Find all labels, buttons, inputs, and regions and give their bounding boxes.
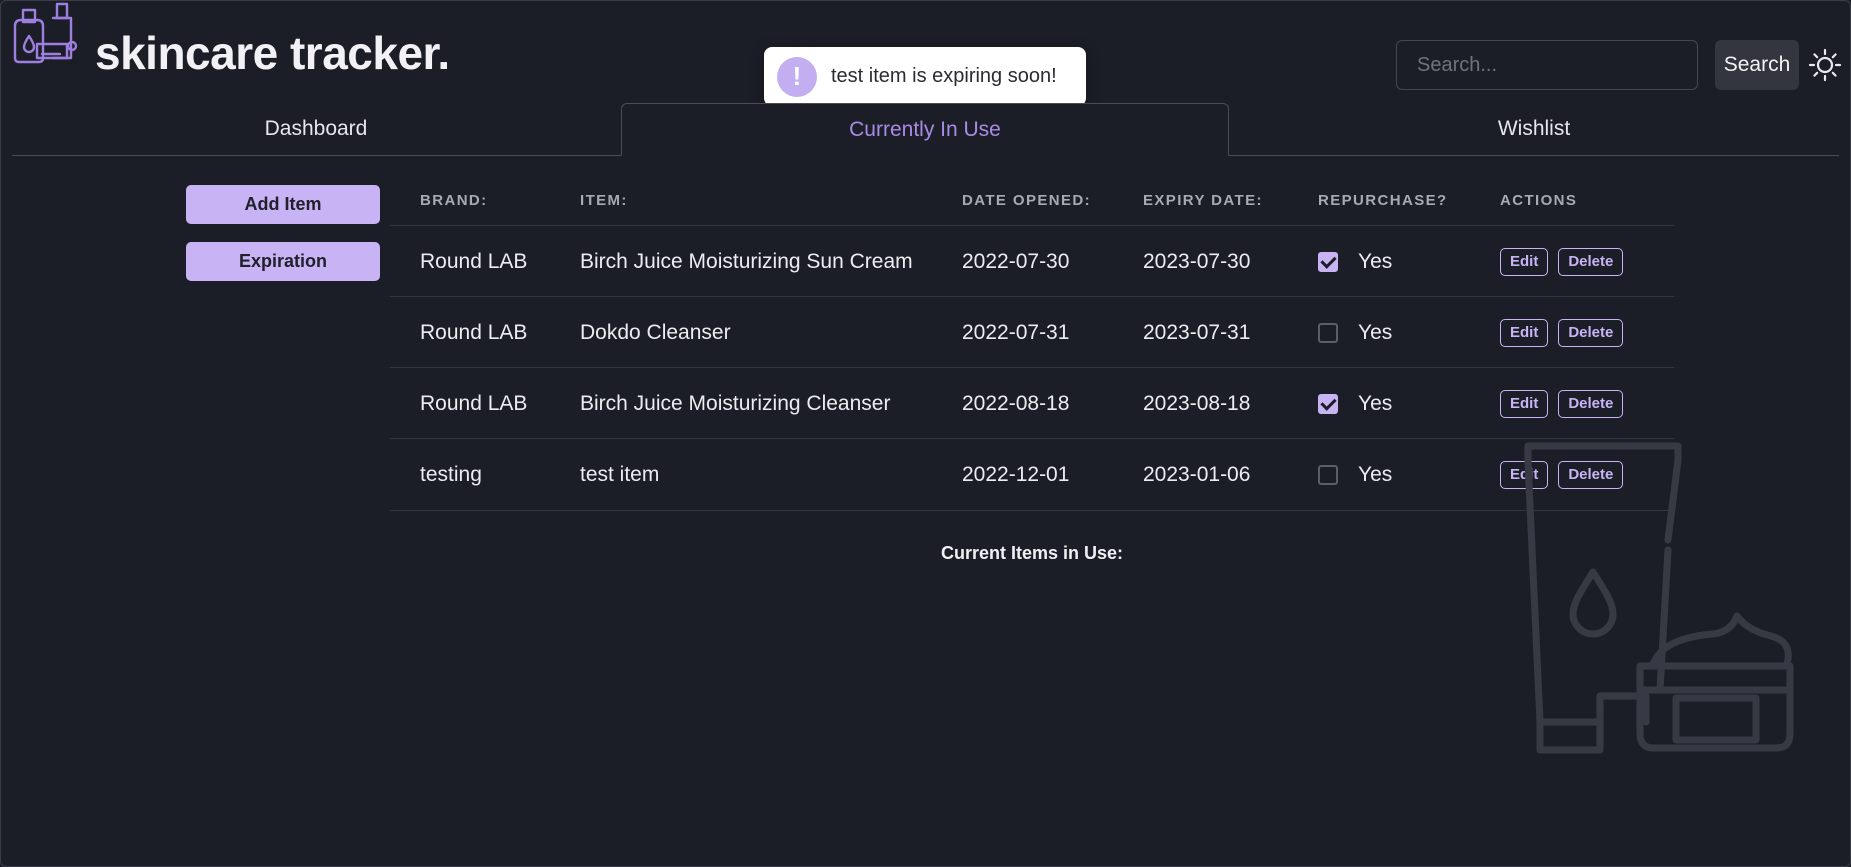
cell-expiry-date: 2023-07-30 [1143, 249, 1251, 273]
alert-icon: ! [777, 56, 817, 97]
header-repurchase: REPURCHASE? [1318, 192, 1448, 209]
repurchase-cell: Yes [1318, 297, 1392, 368]
header-actions: ACTIONS [1500, 192, 1578, 209]
header-item: ITEM: [580, 192, 628, 209]
table-row: testing test item 2022-12-01 2023-01-06 … [390, 438, 1674, 511]
search-input[interactable] [1396, 40, 1698, 90]
header-brand: BRAND: [420, 192, 488, 209]
cell-expiry-date: 2023-01-06 [1143, 462, 1251, 486]
cell-item: Birch Juice Moisturizing Cleanser [580, 391, 891, 415]
search-button[interactable]: Search [1715, 40, 1799, 90]
toast-message: test item is expiring soon! [831, 65, 1057, 87]
delete-button[interactable]: Delete [1558, 389, 1624, 418]
repurchase-checkbox[interactable] [1318, 322, 1338, 343]
header-expiry-date: EXPIRY DATE: [1143, 192, 1263, 209]
header-date-opened: DATE OPENED: [962, 192, 1092, 209]
delete-button[interactable]: Delete [1558, 460, 1624, 489]
edit-button[interactable]: Edit [1500, 247, 1549, 276]
cell-brand: testing [420, 462, 482, 486]
edit-button[interactable]: Edit [1500, 318, 1549, 347]
repurchase-checkbox[interactable] [1318, 464, 1338, 485]
add-item-button[interactable]: Add Item [186, 185, 380, 224]
edit-button[interactable]: Edit [1500, 389, 1549, 418]
cell-item: Dokdo Cleanser [580, 320, 731, 344]
cell-item: test item [580, 462, 660, 486]
sun-icon[interactable] [1808, 48, 1842, 82]
app-title: skincare tracker. [95, 27, 450, 79]
repurchase-label: Yes [1358, 391, 1393, 415]
cell-brand: Round LAB [420, 249, 528, 273]
cell-expiry-date: 2023-08-18 [1143, 391, 1251, 415]
actions-cell: Edit Delete [1500, 226, 1633, 297]
delete-button[interactable]: Delete [1558, 318, 1624, 347]
table-row: Round LAB Birch Juice Moisturizing Sun C… [390, 225, 1674, 297]
cell-date-opened: 2022-07-31 [962, 320, 1070, 344]
cell-date-opened: 2022-12-01 [962, 462, 1070, 486]
repurchase-checkbox[interactable] [1318, 393, 1338, 414]
current-items-caption: Current Items in Use: [940, 543, 1124, 563]
repurchase-label: Yes [1358, 320, 1393, 344]
cell-brand: Round LAB [420, 391, 528, 415]
actions-cell: Edit Delete [1500, 297, 1633, 368]
cell-brand: Round LAB [420, 320, 528, 344]
cell-date-opened: 2022-07-30 [962, 249, 1070, 273]
repurchase-cell: Yes [1318, 368, 1392, 439]
skincare-logo-icon [13, 2, 78, 64]
table-row: Round LAB Birch Juice Moisturizing Clean… [390, 367, 1674, 439]
repurchase-label: Yes [1358, 462, 1393, 486]
edit-button[interactable]: Edit [1500, 460, 1549, 489]
table-row: Round LAB Dokdo Cleanser 2022-07-31 2023… [390, 296, 1674, 368]
expiration-button[interactable]: Expiration [186, 242, 380, 281]
repurchase-checkbox[interactable] [1318, 251, 1338, 272]
cell-expiry-date: 2023-07-31 [1143, 320, 1251, 344]
cell-item: Birch Juice Moisturizing Sun Cream [580, 249, 913, 273]
delete-button[interactable]: Delete [1558, 247, 1624, 276]
cell-date-opened: 2022-08-18 [962, 391, 1070, 415]
repurchase-cell: Yes [1318, 439, 1392, 510]
tab-wishlist[interactable]: Wishlist [1230, 103, 1838, 155]
repurchase-cell: Yes [1318, 226, 1392, 297]
tab-currently-in-use[interactable]: Currently In Use [621, 103, 1229, 156]
actions-cell: Edit Delete [1500, 368, 1633, 439]
tab-bar: Dashboard Currently In Use Wishlist [12, 103, 1839, 156]
actions-cell: Edit Delete [1500, 439, 1633, 510]
repurchase-label: Yes [1358, 249, 1393, 273]
expiry-toast: ! test item is expiring soon! [764, 47, 1086, 106]
tab-dashboard[interactable]: Dashboard [12, 103, 620, 155]
